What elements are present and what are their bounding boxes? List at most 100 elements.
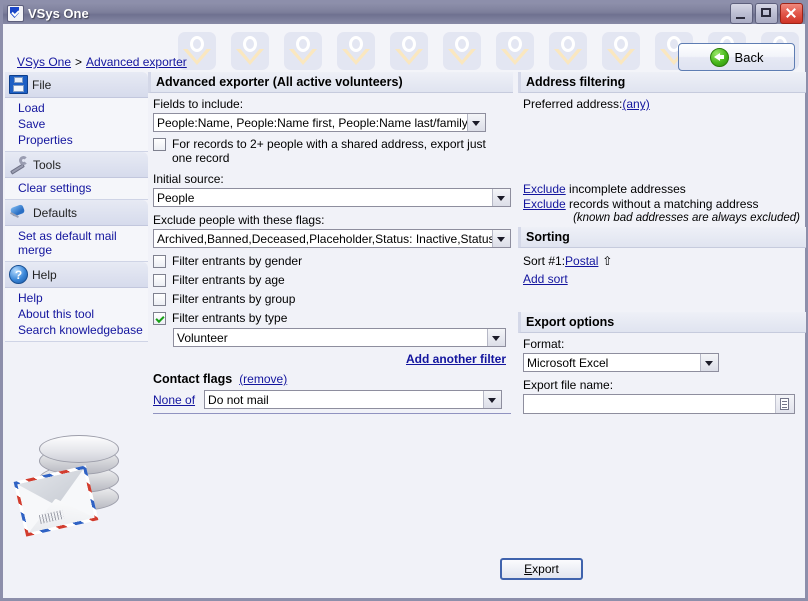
sidebar-group-help-body: Help About this tool Search knowledgebas… (5, 288, 148, 342)
pushpin-icon (9, 203, 29, 223)
filter-type-select[interactable]: Volunteer (173, 328, 506, 347)
chevron-down-icon[interactable] (700, 354, 718, 371)
close-button[interactable] (780, 3, 803, 24)
chevron-down-icon[interactable] (492, 189, 510, 206)
chevron-down-icon[interactable] (467, 114, 485, 131)
contact-flags-select[interactable]: Do not mail (204, 390, 503, 409)
initial-source-value: People (157, 190, 195, 205)
sidebar-group-tools-header[interactable]: Tools (5, 152, 148, 178)
fields-to-include-label: Fields to include: (153, 97, 244, 111)
watermark-logo-icon (337, 32, 375, 70)
exclude-incomplete-row: Exclude incomplete addresses (523, 182, 800, 196)
watermark-logo-icon (284, 32, 322, 70)
sidebar-group-defaults-title: Defaults (33, 205, 78, 220)
watermark-logo-icon (390, 32, 428, 70)
contact-flags-divider (153, 413, 511, 414)
contact-flags-value: Do not mail (208, 392, 269, 407)
initial-source-label: Initial source: (153, 172, 224, 186)
sidebar-item-clear-settings[interactable]: Clear settings (5, 180, 148, 196)
filter-group-row[interactable]: Filter entrants by group (153, 292, 503, 306)
back-button-label: Back (734, 49, 764, 65)
breadcrumb-root-link[interactable]: VSys One (17, 55, 71, 69)
exclude-incomplete-text: incomplete addresses (565, 182, 686, 196)
main-panel: Advanced exporter (All active volunteers… (148, 72, 806, 596)
watermark-logo-icon (496, 32, 534, 70)
preferred-address-row: Preferred address:(any) (523, 97, 800, 111)
header-banner: VSys One > Advanced exporter Back (3, 24, 805, 72)
sort-row-1: Sort #1:Postal ⇧ (523, 254, 800, 268)
export-button-accel: E (524, 562, 533, 576)
exporter-settings-column: Advanced exporter (All active volunteers… (148, 72, 513, 414)
filter-type-checkbox[interactable] (153, 312, 166, 325)
sort-1-field-link[interactable]: Postal (565, 254, 598, 268)
maximize-button[interactable] (755, 3, 778, 24)
address-sorting-export-column: Address filtering Preferred address:(any… (518, 72, 806, 414)
address-filtering-header: Address filtering (518, 72, 806, 93)
sidebar-group-defaults-header[interactable]: Defaults (5, 200, 148, 226)
format-select[interactable]: Microsoft Excel (523, 353, 719, 372)
breadcrumb-current-link[interactable]: Advanced exporter (86, 55, 187, 69)
filter-group-checkbox[interactable] (153, 293, 166, 306)
preferred-address-label: Preferred address: (523, 97, 623, 111)
sidebar-item-set-default-mail-merge[interactable]: Set as default mail merge (5, 228, 148, 258)
add-sort-link[interactable]: Add sort (523, 272, 568, 286)
sidebar-item-help[interactable]: Help (5, 290, 148, 306)
filter-gender-row[interactable]: Filter entrants by gender (153, 254, 503, 268)
floppy-disk-icon (9, 75, 28, 94)
title-bar: VSys One (3, 3, 805, 24)
sidebar-group-file-header[interactable]: File (5, 72, 148, 98)
contact-flags-title: Contact flags (153, 372, 233, 386)
exclude-flags-value: Archived,Banned,Deceased,Placeholder,Sta… (157, 231, 492, 246)
filter-age-checkbox[interactable] (153, 274, 166, 287)
chevron-down-icon[interactable] (487, 329, 505, 346)
fields-to-include-select[interactable]: People:Name, People:Name first, People:N… (153, 113, 486, 132)
sidebar-group-help-header[interactable]: ? Help (5, 262, 148, 288)
filter-age-row[interactable]: Filter entrants by age (153, 273, 503, 287)
filter-group-label: Filter entrants by group (172, 292, 296, 306)
initial-source-select[interactable]: People (153, 188, 511, 207)
minimize-button[interactable] (730, 3, 753, 24)
window-title: VSys One (28, 6, 89, 21)
sidebar-group-tools-title: Tools (33, 157, 62, 172)
format-value: Microsoft Excel (527, 355, 609, 370)
sidebar-item-about-this-tool[interactable]: About this tool (5, 306, 148, 322)
sidebar-item-load[interactable]: Load (5, 100, 148, 116)
filter-type-row[interactable]: Filter entrants by type (153, 311, 503, 325)
sort-ascending-icon[interactable]: ⇧ (602, 254, 612, 268)
exclude-nomatch-link[interactable]: Exclude (523, 197, 566, 211)
back-button[interactable]: Back (678, 43, 795, 71)
sidebar-item-search-knowledgebase[interactable]: Search knowledgebase (5, 322, 148, 338)
sidebar-group-tools-body: Clear settings (5, 178, 148, 200)
breadcrumb: VSys One > Advanced exporter (17, 55, 187, 69)
sidebar-item-save[interactable]: Save (5, 116, 148, 132)
export-options-header: Export options (518, 312, 806, 333)
format-label: Format: (523, 337, 565, 351)
sidebar-group-file-title: File (32, 77, 52, 92)
sidebar-item-properties[interactable]: Properties (5, 132, 148, 148)
watermark-logo-icon (443, 32, 481, 70)
shared-address-checkbox-row[interactable]: For records to 2+ people with a shared a… (153, 137, 493, 165)
breadcrumb-separator: > (75, 55, 83, 69)
app-logo-icon (7, 5, 24, 22)
chevron-down-icon[interactable] (492, 230, 510, 247)
sidebar-group-help-title: Help (32, 267, 57, 282)
preferred-address-link[interactable]: (any) (622, 97, 649, 111)
export-button[interactable]: Export (500, 558, 583, 580)
shared-address-checkbox[interactable] (153, 138, 166, 151)
sorting-header: Sorting (518, 227, 806, 248)
add-another-filter-link[interactable]: Add another filter (406, 352, 506, 366)
export-file-name-input[interactable] (523, 394, 795, 414)
contact-flags-operator-link[interactable]: None of (153, 393, 195, 407)
content-area: File Load Save Properties Tools Clear se… (3, 72, 806, 598)
wrench-icon (9, 155, 29, 175)
exclude-flags-select[interactable]: Archived,Banned,Deceased,Placeholder,Sta… (153, 229, 511, 248)
contact-flags-remove-link[interactable]: (remove) (239, 372, 287, 386)
exclude-incomplete-link[interactable]: Exclude (523, 182, 566, 196)
document-browse-icon[interactable] (775, 395, 794, 413)
window-controls (730, 3, 803, 24)
filter-gender-label: Filter entrants by gender (172, 254, 303, 268)
exclude-nomatch-row: Exclude records without a matching addre… (523, 197, 800, 211)
filter-gender-checkbox[interactable] (153, 255, 166, 268)
sort-1-label: Sort #1: (523, 254, 566, 268)
chevron-down-icon[interactable] (483, 391, 502, 408)
